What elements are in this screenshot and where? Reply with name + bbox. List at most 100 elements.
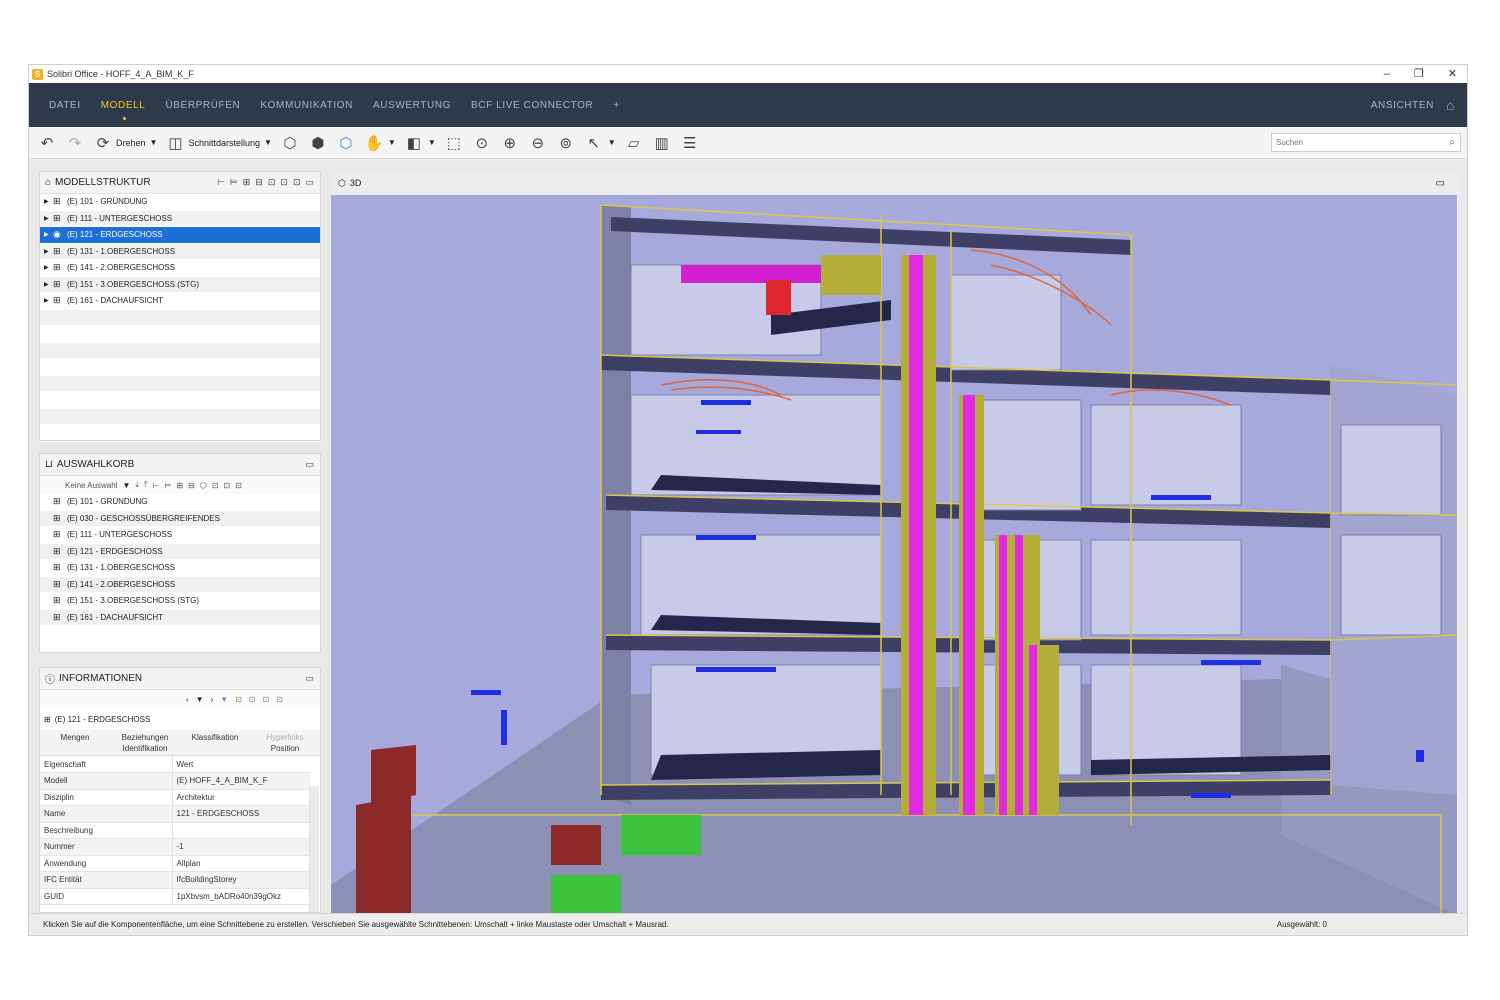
hand-icon[interactable]: ✋ xyxy=(364,133,384,153)
tree-item[interactable]: ▶ ⊞ (E) 141 - 2.OBERGESCHOSS xyxy=(40,260,320,277)
map-icon[interactable]: ▥ xyxy=(652,133,672,153)
zoom-in-icon[interactable]: ⊕ xyxy=(500,133,520,153)
export-icon[interactable]: ⊡ xyxy=(263,695,270,704)
expand-icon[interactable]: ▶ xyxy=(44,231,53,238)
undo-icon[interactable]: ↶ xyxy=(37,133,57,153)
menu-datei[interactable]: DATEI xyxy=(49,100,81,111)
transparent-icon[interactable]: ⬡ xyxy=(336,133,356,153)
tab-klassifikation[interactable]: Klassifikation xyxy=(180,730,250,755)
cube-icon[interactable]: ⬚ xyxy=(444,133,464,153)
table-row[interactable]: IFC Entität IfcBuildingStorey xyxy=(40,871,310,889)
link-icon[interactable]: ⊡ xyxy=(235,695,242,704)
pick-dropdown-icon[interactable]: ▼ xyxy=(608,138,616,147)
tree-icon[interactable]: ⊨ xyxy=(230,177,238,188)
print-icon[interactable]: ⊡ xyxy=(276,695,283,704)
maximize-icon[interactable]: ▭ xyxy=(305,459,314,470)
basket-item[interactable]: ⊞ (E) 141 - 2.OBERGESCHOSS xyxy=(40,576,320,593)
menu-ansichten[interactable]: ANSICHTEN xyxy=(1371,100,1434,111)
tree-item-selected[interactable]: ▶ ◉ (E) 121 - ERDGESCHOSS xyxy=(40,227,320,244)
menu-modell[interactable]: MODELL xyxy=(101,100,146,120)
copy-icon[interactable]: ⊡ xyxy=(249,695,256,704)
upload-icon[interactable]: ⤒ xyxy=(144,480,148,490)
eye-icon[interactable]: ◉ xyxy=(53,229,67,240)
basket-remove-icon[interactable]: ⊡ xyxy=(224,481,231,490)
expand-icon[interactable]: ▶ xyxy=(44,281,53,288)
layers-icon[interactable]: ☰ xyxy=(680,133,700,153)
basket-remove-icon[interactable]: ⊡ xyxy=(280,177,288,188)
table-row[interactable]: Anwendung Allplan xyxy=(40,855,310,872)
redo-icon[interactable]: ↷ xyxy=(65,133,85,153)
table-row[interactable]: Nummer -1 xyxy=(40,838,310,856)
search-icon[interactable]: ⌕ xyxy=(1449,137,1455,148)
forward-icon[interactable]: › xyxy=(211,695,214,704)
zoom-out-icon[interactable]: ⊖ xyxy=(528,133,548,153)
box-icon[interactable]: ◧ xyxy=(404,133,424,153)
group-icon[interactable]: ⊞ xyxy=(176,481,183,490)
selection-dropdown[interactable]: Keine Auswahl xyxy=(65,481,117,490)
search-input[interactable]: Suchen ⌕ xyxy=(1271,133,1461,152)
zoom-fit-icon[interactable]: ⊙ xyxy=(472,133,492,153)
dropdown-icon[interactable]: ▼ xyxy=(122,481,130,490)
maximize-icon[interactable]: ▭ xyxy=(1436,178,1445,189)
pick-icon[interactable]: ↖ xyxy=(584,133,604,153)
back-icon[interactable]: ‹ xyxy=(186,695,189,704)
section-dropdown-icon[interactable]: ▼ xyxy=(264,138,272,147)
table-row[interactable]: Name 121 - ERDGESCHOSS xyxy=(40,805,310,823)
expand-icon[interactable]: ▶ xyxy=(44,297,53,304)
menu-auswertung[interactable]: AUSWERTUNG xyxy=(373,100,451,111)
expand-icon[interactable]: ▶ xyxy=(44,215,53,222)
menu-bcf-live-connector[interactable]: BCF LIVE CONNECTOR xyxy=(471,100,593,111)
section-icon[interactable]: ◫ xyxy=(165,133,185,153)
hierarchy-icon[interactable]: ⊢ xyxy=(153,481,160,490)
tab-position[interactable]: Position xyxy=(250,744,320,753)
section-label[interactable]: Schnittdarstellung xyxy=(188,138,260,148)
download-icon[interactable]: ⤓ xyxy=(135,480,139,490)
expand-icon[interactable]: ▶ xyxy=(44,198,53,205)
rotate-label[interactable]: Drehen xyxy=(116,138,146,148)
tree-icon[interactable]: ⊨ xyxy=(164,481,171,490)
basket-add-icon[interactable]: ⊡ xyxy=(268,177,276,188)
basket-clear-icon[interactable]: ⊡ xyxy=(235,481,242,490)
forward-dropdown-icon[interactable]: ▼ xyxy=(220,695,228,704)
rotate-icon[interactable]: ⟳ xyxy=(93,133,113,153)
filter-icon[interactable]: ⊟ xyxy=(255,177,263,188)
tree-item[interactable]: ▶ ⊞ (E) 151 - 3.OBERGESCHOSS (STG) xyxy=(40,276,320,293)
basket-item[interactable]: ⊞ (E) 121 - ERDGESCHOSS xyxy=(40,543,320,560)
table-row[interactable]: Disziplin Architektur xyxy=(40,789,310,806)
basket-item[interactable]: ⊞ (E) 151 - 3.OBERGESCHOSS (STG) xyxy=(40,593,320,610)
close-button[interactable]: ✕ xyxy=(1448,65,1457,83)
group-icon[interactable]: ⊞ xyxy=(243,177,251,188)
basket-add-icon[interactable]: ⊡ xyxy=(212,481,219,490)
maximize-icon[interactable]: ▭ xyxy=(305,673,314,684)
expand-icon[interactable]: ▶ xyxy=(44,264,53,271)
table-row[interactable]: Beschreibung xyxy=(40,822,310,839)
hand-dropdown-icon[interactable]: ▼ xyxy=(388,138,396,147)
basket-item[interactable]: ⊞ (E) 101 - GRÜNDUNG xyxy=(40,494,320,511)
floor-plan-icon[interactable]: ▱ xyxy=(624,133,644,153)
rotate-dropdown-icon[interactable]: ▼ xyxy=(150,138,158,147)
tab-beziehungen[interactable]: Beziehungen Identifikation xyxy=(110,730,180,755)
maximize-icon[interactable]: ▭ xyxy=(305,177,314,188)
menu-kommunikation[interactable]: KOMMUNIKATION xyxy=(260,100,353,111)
tree-item[interactable]: ▶ ⊞ (E) 111 - UNTERGESCHOSS xyxy=(40,210,320,227)
hierarchy-icon[interactable]: ⊢ xyxy=(217,177,225,188)
tree-item[interactable]: ▶ ⊞ (E) 131 - 1.OBERGESCHOSS xyxy=(40,243,320,260)
minimize-button[interactable]: – xyxy=(1384,65,1390,83)
basket-item[interactable]: ⊞ (E) 131 - 1.OBERGESCHOSS xyxy=(40,560,320,577)
menu-ueberpruefen[interactable]: ÜBERPRÜFEN xyxy=(165,100,240,111)
basket-item[interactable]: ⊞ (E) 111 - UNTERGESCHOSS xyxy=(40,527,320,544)
add-tab-button[interactable]: + xyxy=(613,100,619,111)
filter-icon[interactable]: ⊟ xyxy=(188,481,195,490)
tab-hyperlinks[interactable]: Hyperlinks Position xyxy=(250,730,320,755)
restore-button[interactable]: ❐ xyxy=(1414,65,1424,83)
hide-icon[interactable]: ⬡ xyxy=(280,133,300,153)
box-dropdown-icon[interactable]: ▼ xyxy=(428,138,436,147)
tree-item[interactable]: ▶ ⊞ (E) 161 - DACHAUFSICHT xyxy=(40,293,320,310)
tree-item[interactable]: ▶ ⊞ (E) 101 - GRÜNDUNG xyxy=(40,194,320,211)
basket-icon[interactable]: ⊡ xyxy=(293,177,301,188)
table-row[interactable]: GUID 1pXbvsm_bADRo40n39gOkz xyxy=(40,888,310,905)
basket-item[interactable]: ⊞ (E) 030 - GESCHOSSÜBERGREIFENDES xyxy=(40,510,320,527)
views-icon[interactable]: ⌂ xyxy=(1446,97,1455,113)
property-scrollbar[interactable] xyxy=(309,786,319,912)
tab-mengen[interactable]: Mengen xyxy=(40,730,110,755)
